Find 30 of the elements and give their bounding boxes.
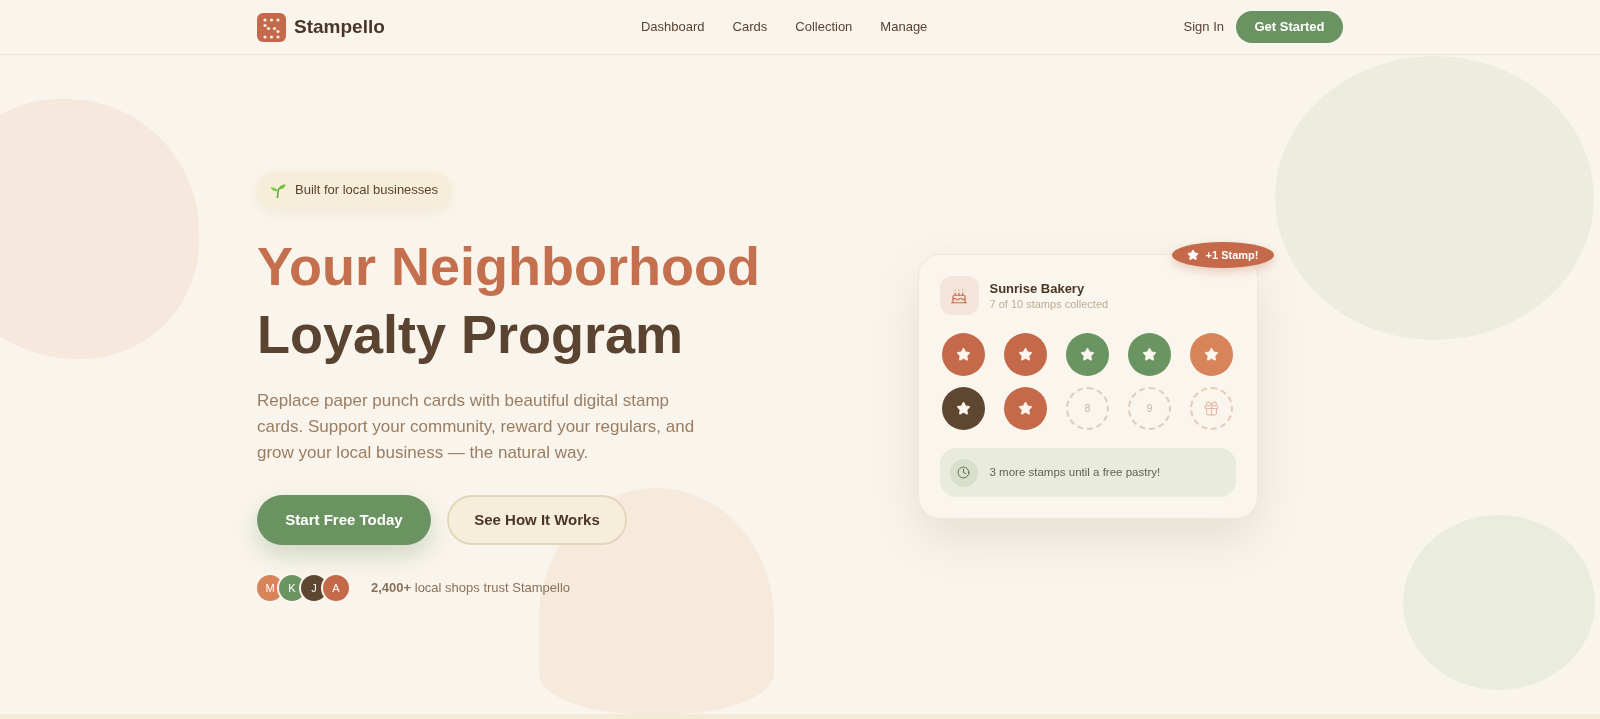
stamp-slot: 8: [1066, 387, 1109, 430]
nav-link[interactable]: Dashboard: [640, 17, 705, 37]
nav-link[interactable]: Cards: [732, 17, 768, 37]
badge-label: +1 Stamp!: [1205, 247, 1259, 263]
avatar: A: [323, 575, 349, 601]
clock-icon: [949, 458, 978, 487]
sprout-icon: [270, 182, 286, 198]
avatar: K: [279, 575, 305, 601]
cake-icon: [939, 276, 979, 315]
note-text: 3 more stamps until a free pastry!: [989, 464, 1161, 480]
nav-link[interactable]: Collection: [795, 17, 853, 37]
start-free-button[interactable]: Start Free Today: [257, 495, 431, 545]
gift-icon: [1190, 387, 1233, 430]
stamp-slot: 9: [1128, 387, 1171, 430]
brand-name: Stampello: [294, 14, 385, 39]
shop-name: Sunrise Bakery: [989, 279, 1086, 297]
nav-link[interactable]: Manage: [880, 17, 928, 37]
get-started-button[interactable]: Get Started: [1236, 11, 1343, 43]
avatar: J: [301, 575, 327, 601]
stamp-count: 7 of 10 stamps collected: [989, 296, 1109, 312]
logo-icon: [257, 12, 286, 42]
headline-line: Your Neighborhood: [257, 235, 760, 298]
star-icon: [1186, 249, 1199, 261]
social-proof-text: 2,400+ local shops trust Stampello: [371, 579, 571, 598]
avatar: M: [257, 575, 283, 601]
how-it-works-button[interactable]: See How It Works: [447, 495, 627, 545]
headline-line: Loyalty Program: [257, 303, 685, 366]
sign-in-link[interactable]: Sign In: [1183, 17, 1224, 37]
tag-text: Built for local businesses: [295, 181, 439, 200]
hero-description: Replace paper punch cards with beautiful digital stamp cards. Support your community, reward your regulars, and grow your local business — the natural way.: [257, 390, 696, 464]
